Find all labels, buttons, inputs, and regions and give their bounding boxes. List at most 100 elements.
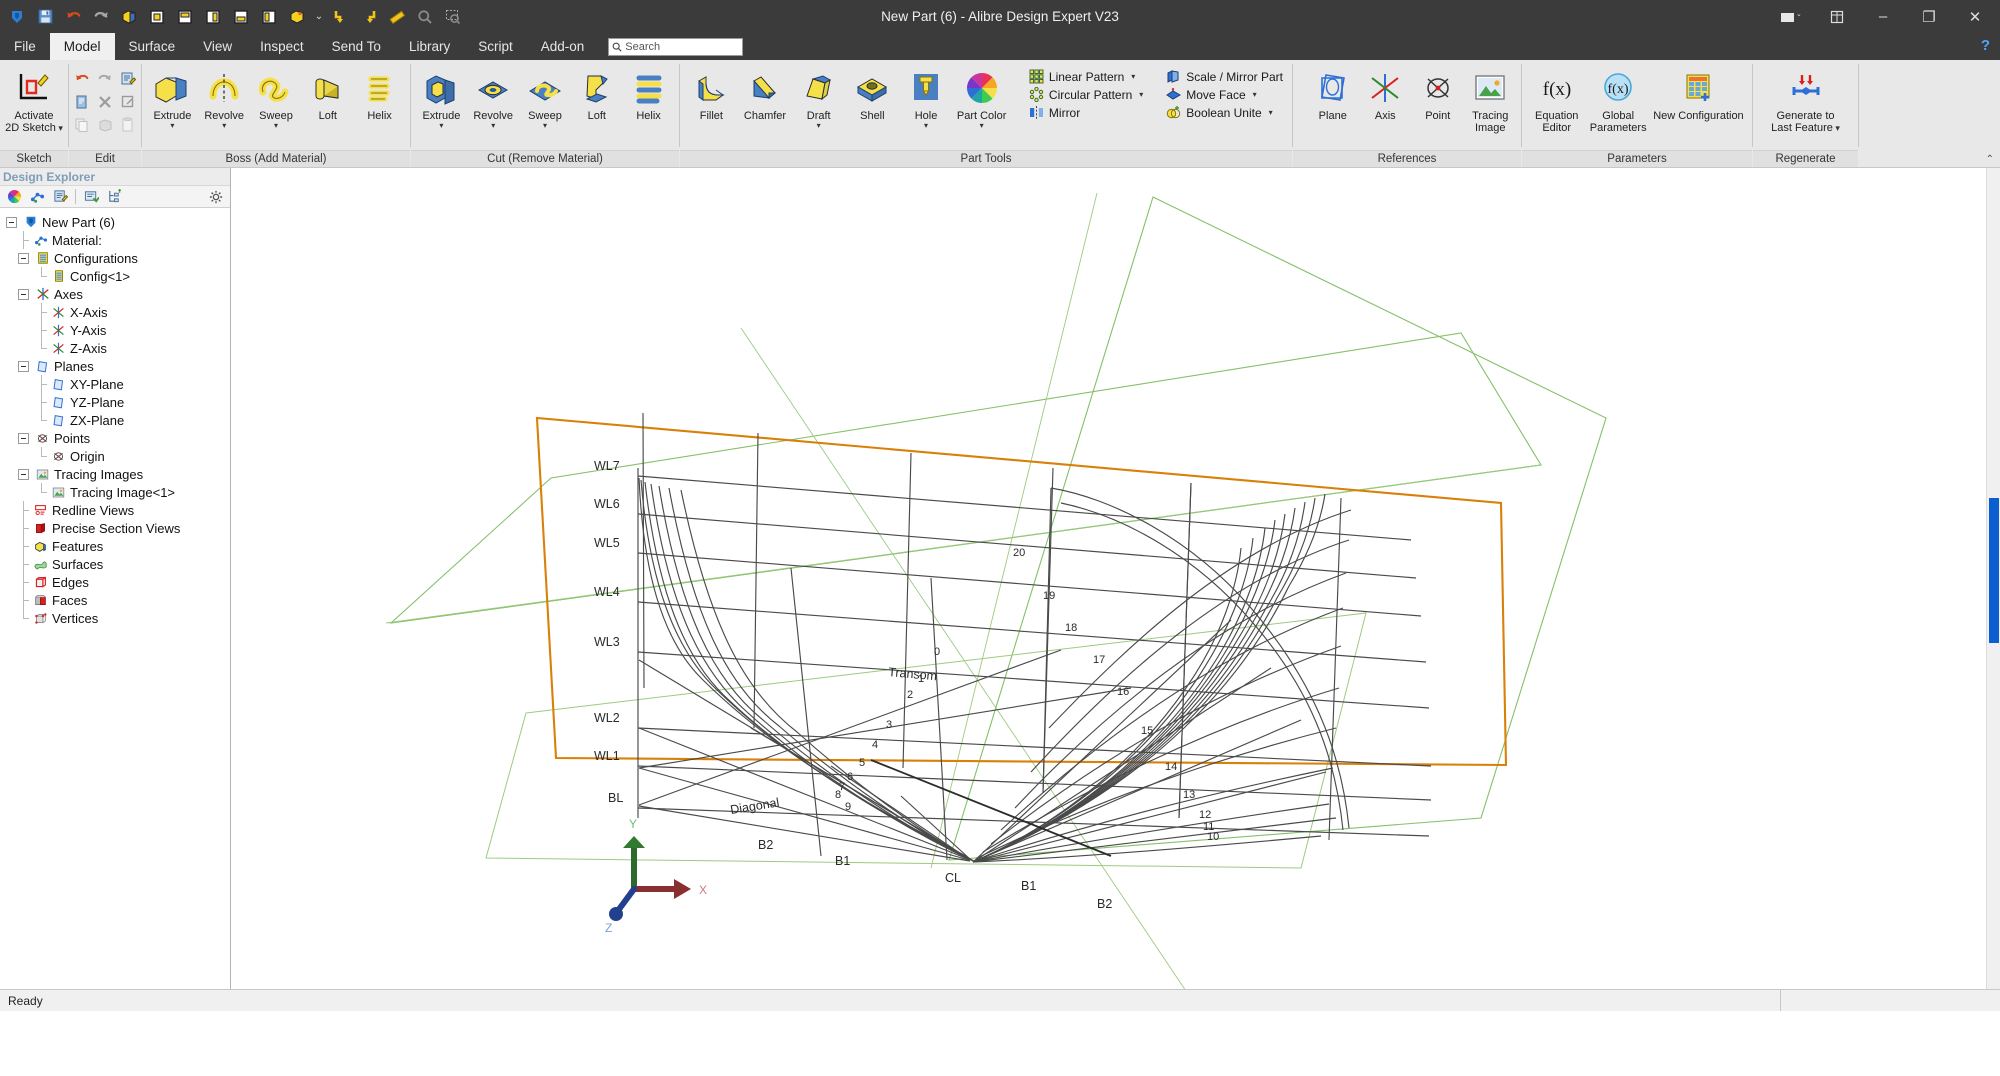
tab-model[interactable]: Model [49, 33, 115, 60]
view-front-icon[interactable] [144, 4, 170, 30]
collapse-expander-icon[interactable] [18, 468, 29, 480]
tree-item-new-part[interactable]: New Part (6) [6, 213, 230, 231]
tree-item-tracing-images[interactable]: Tracing Images [6, 465, 230, 483]
boss-loft-button[interactable]: Loft [302, 64, 353, 122]
layout-icon[interactable] [1814, 0, 1860, 33]
tab-send-to[interactable]: Send To [318, 33, 395, 60]
fit-out-icon[interactable] [356, 4, 382, 30]
tree-item-z-axis[interactable]: Z-Axis [6, 339, 230, 357]
global-parameters-button[interactable]: f(x) Global Parameters [1587, 64, 1648, 134]
plane-button[interactable]: Plane [1307, 64, 1359, 122]
chevron-down-icon[interactable]: ▾ [1269, 108, 1273, 117]
collapse-expander-icon[interactable] [18, 252, 29, 264]
tab-surface[interactable]: Surface [115, 33, 190, 60]
tree-item-tracing-image-1[interactable]: Tracing Image<1> [6, 483, 230, 501]
undo-icon[interactable] [60, 4, 86, 30]
tab-inspect[interactable]: Inspect [246, 33, 318, 60]
equation-editor-button[interactable]: f(x) Equation Editor [1527, 64, 1586, 134]
tab-library[interactable]: Library [395, 33, 464, 60]
paste-icon[interactable] [117, 114, 139, 136]
circular-pattern-button[interactable]: Circular Pattern ▾ [1025, 86, 1147, 103]
boss-helix-button[interactable]: Helix [354, 64, 405, 122]
zoom-window-icon[interactable] [440, 4, 466, 30]
mirror-button[interactable]: Mirror [1025, 104, 1147, 121]
tree-item-x-axis[interactable]: X-Axis [6, 303, 230, 321]
chevron-down-icon[interactable]: ▾ [817, 122, 821, 130]
material-icon[interactable] [27, 188, 47, 206]
tab-add-on[interactable]: Add-on [527, 33, 599, 60]
notes-icon[interactable] [50, 188, 70, 206]
boolean-unite-button[interactable]: Boolean Unite ▾ [1162, 104, 1287, 121]
search-input[interactable]: Search [608, 37, 744, 56]
chevron-down-icon[interactable]: ▾ [439, 122, 443, 130]
3d-viewport[interactable]: WL7 WL6 WL5 WL4 WL3 WL2 WL1 BL B2 B1 CL … [231, 168, 2000, 989]
chevron-down-icon[interactable]: ▾ [222, 122, 226, 130]
tree-item-config-1[interactable]: Config<1> [6, 267, 230, 285]
boss-extrude-button[interactable]: Extrude ▾ [147, 64, 198, 130]
view-left-icon[interactable] [256, 4, 282, 30]
chevron-down-icon[interactable]: ▾ [980, 122, 984, 130]
move-face-button[interactable]: Move Face ▾ [1162, 86, 1287, 103]
view-dropdown-caret[interactable]: ⌄ [312, 4, 326, 30]
show-hide-icon[interactable] [81, 188, 101, 206]
help-button[interactable]: ? [1981, 37, 1990, 54]
copy-icon[interactable] [71, 114, 93, 136]
collapse-expander-icon[interactable] [18, 432, 29, 444]
collapse-expander-icon[interactable] [6, 216, 17, 228]
chevron-down-icon[interactable]: ▾ [274, 122, 278, 130]
tree-item-material[interactable]: Material: [6, 231, 230, 249]
close-button[interactable]: ✕ [1952, 0, 1998, 33]
tree-item-planes[interactable]: Planes [6, 357, 230, 375]
view-top-icon[interactable] [172, 4, 198, 30]
edit-definition-icon[interactable] [117, 91, 139, 113]
cut-helix-button[interactable]: Helix [623, 64, 674, 122]
tree-item-zx-plane[interactable]: ZX-Plane [6, 411, 230, 429]
collapse-expander-icon[interactable] [18, 288, 29, 300]
boss-revolve-button[interactable]: Revolve ▾ [199, 64, 250, 130]
chevron-down-icon[interactable]: ▾ [1253, 90, 1257, 99]
tree-item-origin[interactable]: Origin [6, 447, 230, 465]
view-shaded-icon[interactable] [284, 4, 310, 30]
measure-icon[interactable] [384, 4, 410, 30]
cut-revolve-button[interactable]: Revolve ▾ [468, 64, 519, 130]
delete-icon[interactable] [94, 91, 116, 113]
tree-item-y-axis[interactable]: Y-Axis [6, 321, 230, 339]
view-iso-icon[interactable] [116, 4, 142, 30]
boss-sweep-button[interactable]: Sweep ▾ [251, 64, 302, 130]
tree-item-axes[interactable]: Axes [6, 285, 230, 303]
axis-button[interactable]: Axis [1360, 64, 1412, 122]
redo-icon[interactable] [94, 68, 116, 90]
cut-sweep-button[interactable]: Sweep ▾ [520, 64, 571, 130]
tree-item-surfaces[interactable]: Surfaces [6, 555, 230, 573]
maximize-button[interactable]: ❐ [1906, 0, 1952, 33]
zoom-icon[interactable] [412, 4, 438, 30]
chevron-down-icon[interactable]: ▾ [491, 122, 495, 130]
tree-item-configurations[interactable]: Configurations [6, 249, 230, 267]
cut-extrude-button[interactable]: Extrude ▾ [416, 64, 467, 130]
chamfer-button[interactable]: Chamfer [739, 64, 792, 122]
ribbon-collapse-icon[interactable]: ⌃ [1986, 154, 1994, 165]
tree-item-xy-plane[interactable]: XY-Plane [6, 375, 230, 393]
color-wheel-icon[interactable] [4, 188, 24, 206]
view-back-icon[interactable] [228, 4, 254, 30]
tree-item-features[interactable]: Features [6, 537, 230, 555]
chevron-down-icon[interactable]: ▾ [924, 122, 928, 130]
viewport-vertical-scrollbar[interactable] [1986, 168, 2000, 989]
cut-icon[interactable] [94, 114, 116, 136]
tree-item-yz-plane[interactable]: YZ-Plane [6, 393, 230, 411]
tree-item-precise-section-views[interactable]: Precise Section Views [6, 519, 230, 537]
point-button[interactable]: Point [1412, 64, 1464, 122]
tab-file[interactable]: File [0, 33, 50, 60]
new-configuration-button[interactable]: New Configuration [1650, 64, 1747, 122]
scrollbar-thumb[interactable] [1989, 498, 1999, 643]
tree-item-vertices[interactable]: Vertices [6, 609, 230, 627]
tree-item-redline-views[interactable]: Redline Views [6, 501, 230, 519]
tree-item-faces[interactable]: Faces [6, 591, 230, 609]
scale-mirror-part-button[interactable]: Scale / Mirror Part [1162, 68, 1287, 85]
fit-in-icon[interactable] [328, 4, 354, 30]
collapse-expander-icon[interactable] [18, 360, 29, 372]
generate-to-last-feature-button[interactable]: Generate to Last Feature ▾ [1758, 64, 1853, 134]
alibre-logo-icon[interactable] [4, 4, 30, 30]
gear-icon[interactable] [206, 188, 226, 206]
view-right-icon[interactable] [200, 4, 226, 30]
